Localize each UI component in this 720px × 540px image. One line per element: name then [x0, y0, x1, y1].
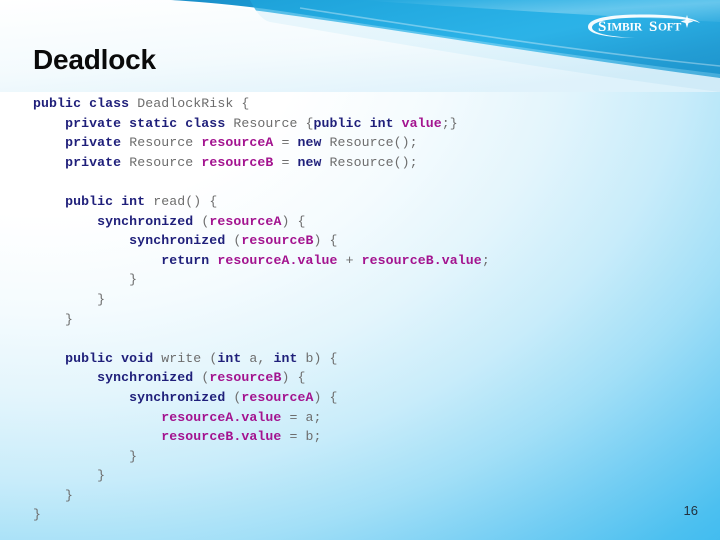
code-token-kw: public int [65, 193, 154, 209]
code-line: } [33, 447, 693, 467]
code-line: } [33, 270, 693, 290]
code-token-id: resourceA [201, 135, 282, 151]
code-token-kw: int [273, 350, 306, 366]
code-token-id: resourceB [241, 233, 314, 249]
code-line: } [33, 290, 693, 310]
svg-text:IMBIR: IMBIR [607, 22, 643, 34]
code-token-id: resourceB [209, 370, 282, 386]
code-token-id: resourceA [241, 389, 314, 405]
slide-title: Deadlock [33, 44, 156, 75]
code-token-pl: read() { [153, 193, 218, 209]
code-token-pl: ) { [281, 213, 306, 229]
code-token-pl: write ( [161, 350, 218, 366]
code-token-pl: = [281, 154, 298, 170]
code-line: } [33, 505, 693, 525]
code-token-pl: = b; [289, 429, 322, 445]
code-token-id: resourceB.value [361, 252, 482, 268]
code-token-pl: } [33, 487, 74, 503]
code-token-pl: + [345, 252, 362, 268]
code-token-pl: } [33, 468, 106, 484]
code-token-pl: ) { [313, 233, 338, 249]
code-token-id: resourceA.value [217, 252, 346, 268]
code-token-kw: private static class [65, 115, 234, 131]
code-token-kw: synchronized [97, 370, 202, 386]
code-line: resourceA.value = a; [33, 408, 693, 428]
code-line: synchronized (resourceA) { [33, 388, 693, 408]
svg-text:S: S [598, 19, 606, 35]
code-token-pl: } [33, 448, 138, 464]
code-token-id: value [401, 115, 442, 131]
code-line: } [33, 310, 693, 330]
svg-text:S: S [649, 19, 657, 35]
slide-number: 16 [683, 503, 698, 518]
code-token-kw: new [297, 135, 330, 151]
presentation-slide: S IMBIR S OFT Deadlock public class Dead… [0, 0, 720, 540]
code-token-pl: ;} [441, 115, 458, 131]
code-token-pl: } [33, 272, 138, 288]
code-line: synchronized (resourceB) { [33, 231, 693, 251]
code-token-pl: = [281, 135, 298, 151]
code-token-pl: Resource [129, 135, 202, 151]
code-token-pl: } [33, 507, 42, 523]
code-token-kw: public class [33, 96, 138, 111]
code-token-id: resourceB.value [161, 429, 290, 445]
code-line: public void write (int a, int b) { [33, 349, 693, 369]
code-token-kw: public void [65, 350, 162, 366]
code-token-pl: ; [481, 252, 490, 268]
code-token-pl: Resource(); [329, 154, 418, 170]
code-block: public class DeadlockRisk { private stat… [33, 94, 693, 525]
code-line: return resourceA.value + resourceB.value… [33, 251, 693, 271]
code-token-id: resourceA.value [161, 409, 290, 425]
code-line: public int read() { [33, 192, 693, 212]
code-token-kw: new [297, 154, 330, 170]
code-line: synchronized (resourceA) { [33, 212, 693, 232]
code-token-pl: ) { [281, 370, 306, 386]
code-token-pl: ) { [313, 389, 338, 405]
code-token-kw: private [65, 135, 130, 151]
svg-text:OFT: OFT [658, 22, 682, 34]
code-token-pl: DeadlockRisk { [137, 96, 250, 111]
code-line: } [33, 466, 693, 486]
code-line: private Resource resourceB = new Resourc… [33, 153, 693, 173]
code-token-kw: int [217, 350, 250, 366]
code-token-pl: } [33, 311, 74, 327]
code-token-kw: synchronized [97, 213, 202, 229]
code-token-pl: a, [249, 350, 274, 366]
code-token-pl: } [33, 291, 106, 307]
code-token-pl: Resource [129, 154, 202, 170]
code-line: private static class Resource {public in… [33, 114, 693, 134]
code-token-id: resourceB [201, 154, 282, 170]
code-token-id: resourceA [209, 213, 282, 229]
code-token-kw: synchronized [129, 389, 234, 405]
code-token-kw: private [65, 154, 130, 170]
code-token-kw: synchronized [129, 233, 234, 249]
code-token-kw: public int [313, 115, 402, 131]
code-token-pl: b) { [305, 350, 338, 366]
code-line: } [33, 486, 693, 506]
code-token-pl: = a; [289, 409, 322, 425]
code-token-pl: Resource { [233, 115, 314, 131]
code-line: private Resource resourceA = new Resourc… [33, 133, 693, 153]
simbirsoft-logo: S IMBIR S OFT [588, 14, 700, 38]
code-line: resourceB.value = b; [33, 427, 693, 447]
code-token-pl: Resource(); [329, 135, 418, 151]
code-line: public class DeadlockRisk { [33, 94, 693, 114]
code-token-kw: return [161, 252, 218, 268]
code-line: synchronized (resourceB) { [33, 368, 693, 388]
